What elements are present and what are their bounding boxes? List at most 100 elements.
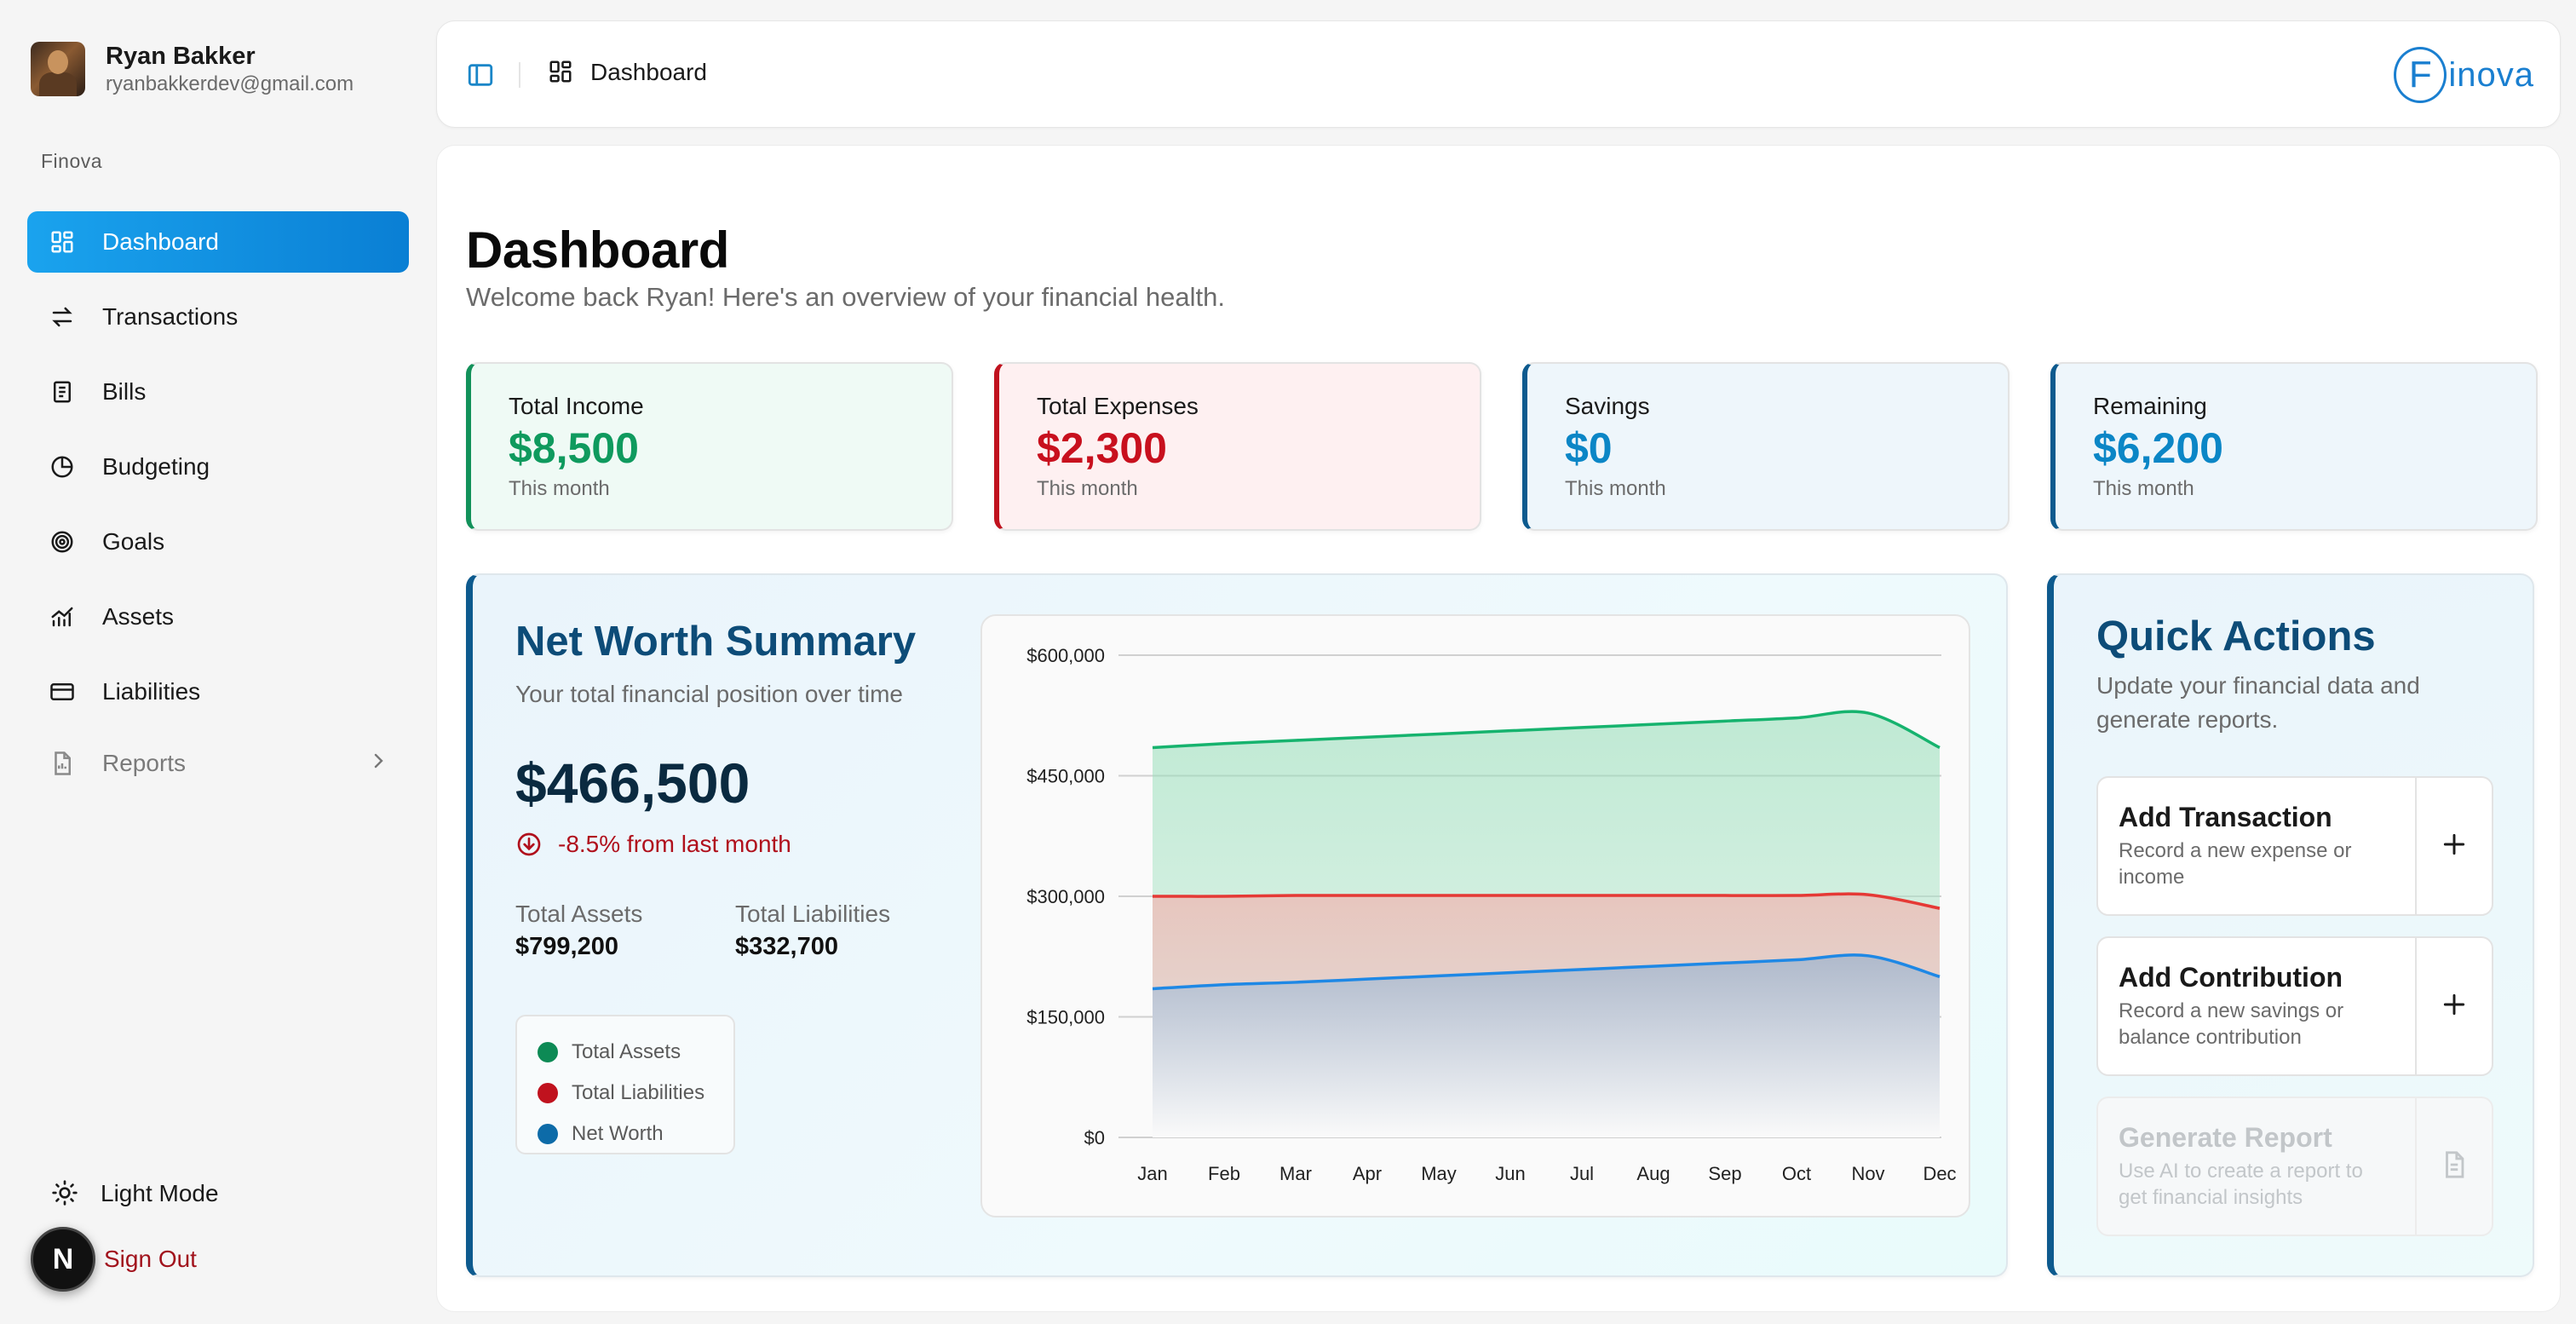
net-worth-subtitle: Your total financial position over time (515, 681, 903, 707)
pie-chart-icon (48, 452, 77, 481)
breadcrumb-label: Dashboard (590, 59, 707, 85)
y-tick-label: $150,000 (1026, 1007, 1105, 1028)
y-tick-label: $0 (1084, 1127, 1105, 1148)
stat-card-savings: Savings $0 This month (1522, 362, 2010, 531)
legend-dot (538, 1124, 558, 1144)
x-tick-label: Jan (1137, 1163, 1167, 1184)
sidebar-item-bills[interactable]: Bills (27, 361, 409, 423)
legend-label: Total Liabilities (572, 1081, 705, 1104)
sidebar: Ryan Bakker ryanbakkerdev@gmail.com Fino… (0, 0, 436, 1324)
dashboard-icon (48, 227, 77, 256)
sun-icon (51, 1179, 80, 1208)
x-tick-label: Jun (1495, 1163, 1525, 1184)
action-description: Use AI to create a report to get financi… (2119, 1160, 2363, 1209)
credit-card-icon (48, 677, 77, 706)
main-panel: Dashboard Welcome back Ryan! Here's an o… (436, 145, 2561, 1312)
breadcrumb: Dashboard (548, 59, 707, 86)
generate-report-button[interactable] (2415, 1098, 2492, 1235)
x-tick-label: Nov (1851, 1163, 1884, 1184)
stat-value: $0 (1565, 424, 1613, 472)
y-tick-label: $600,000 (1026, 645, 1105, 666)
sidebar-item-label: Reports (102, 750, 187, 776)
sidebar-item-label: Transactions (102, 303, 239, 330)
plus-icon (2441, 991, 2468, 1022)
light-mode-label: Light Mode (101, 1180, 219, 1206)
sidebar-item-budgeting[interactable]: Budgeting (27, 436, 409, 498)
y-tick-label: $450,000 (1026, 766, 1105, 787)
add-contribution-button[interactable] (2415, 938, 2492, 1074)
sidebar-item-liabilities[interactable]: Liabilities (27, 661, 409, 722)
add-transaction-button[interactable] (2415, 778, 2492, 914)
net-worth-value: $466,500 (515, 751, 750, 815)
generate-report-action[interactable]: Generate Report Use AI to create a repor… (2096, 1097, 2493, 1236)
report-file-icon (48, 749, 77, 778)
logo-text: inova (2448, 55, 2534, 94)
total-liabilities-value: $332,700 (735, 933, 838, 960)
stat-label: Remaining (2093, 393, 2207, 419)
logo-mark: F (2394, 47, 2447, 103)
add-transaction-action[interactable]: Add Transaction Record a new expense or … (2096, 776, 2493, 916)
sidebar-item-transactions[interactable]: Transactions (27, 286, 409, 348)
finova-logo: F inova (2394, 47, 2534, 103)
x-tick-label: Aug (1636, 1163, 1670, 1184)
arrow-down-circle-icon (515, 831, 543, 858)
legend-dot (538, 1083, 558, 1103)
y-tick-label: $300,000 (1026, 886, 1105, 907)
chart-legend: Total Assets Total Liabilities Net Worth (515, 1015, 735, 1154)
user-profile[interactable]: Ryan Bakker ryanbakkerdev@gmail.com (31, 41, 354, 97)
add-contribution-action[interactable]: Add Contribution Record a new savings or… (2096, 936, 2493, 1076)
stat-value: $2,300 (1037, 424, 1167, 472)
sidebar-item-dashboard[interactable]: Dashboard (27, 211, 409, 273)
dashboard-icon (548, 59, 575, 86)
net-worth-change-text: -8.5% from last month (558, 831, 791, 857)
stat-value: $8,500 (509, 424, 639, 472)
x-tick-label: Apr (1353, 1163, 1382, 1184)
document-icon (2440, 1150, 2469, 1183)
sidebar-item-label: Goals (102, 528, 165, 555)
arrows-exchange-icon (48, 302, 77, 331)
total-assets-value: $799,200 (515, 933, 618, 960)
sidebar-nav: Dashboard Transactions Bills Budgeting G… (27, 211, 409, 804)
x-tick-label: Jul (1570, 1163, 1594, 1184)
sidebar-item-goals[interactable]: Goals (27, 511, 409, 573)
action-title: Add Contribution (2119, 962, 2343, 993)
sidebar-item-label: Assets (102, 603, 175, 630)
sign-out-button[interactable]: Sign Out (104, 1246, 197, 1273)
stat-period: This month (2093, 477, 2194, 500)
header-divider (519, 62, 520, 88)
action-description: Record a new expense or income (2119, 839, 2352, 889)
net-worth-change: -8.5% from last month (515, 831, 791, 858)
x-tick-label: Feb (1208, 1163, 1240, 1184)
stat-value: $6,200 (2093, 424, 2223, 472)
top-header: Dashboard F inova (436, 20, 2561, 128)
stat-label: Total Expenses (1037, 393, 1199, 419)
total-assets-label: Total Assets (515, 901, 643, 927)
chevron-right-icon (368, 750, 388, 777)
sidebar-item-label: Liabilities (102, 678, 201, 705)
legend-label: Total Assets (572, 1040, 681, 1063)
page-title: Dashboard (466, 222, 729, 279)
action-title: Add Transaction (2119, 802, 2332, 832)
sidebar-toggle-icon[interactable] (466, 60, 497, 91)
legend-item: Net Worth (538, 1114, 733, 1154)
legend-item: Total Liabilities (538, 1073, 733, 1114)
stat-label: Savings (1565, 393, 1650, 419)
quick-actions-subtitle: Update your financial data and generate … (2096, 672, 2420, 733)
sidebar-item-assets[interactable]: Assets (27, 586, 409, 648)
receipt-icon (48, 377, 77, 406)
legend-label: Net Worth (572, 1122, 664, 1145)
sidebar-item-reports[interactable]: Reports (27, 736, 409, 791)
user-email: ryanbakkerdev@gmail.com (106, 72, 354, 95)
action-title: Generate Report (2119, 1122, 2332, 1153)
quick-actions-title: Quick Actions (2096, 613, 2376, 659)
n-badge-button[interactable]: N (31, 1227, 95, 1292)
net-worth-chart: $0 $150,000 $300,000 $450,000 $600,000 Jan Feb… (980, 614, 1970, 1218)
sidebar-item-label: Budgeting (102, 453, 210, 480)
quick-actions-card: Quick Actions Update your financial data… (2047, 573, 2534, 1277)
light-mode-toggle[interactable]: Light Mode (51, 1179, 219, 1208)
sidebar-section-label: Finova (41, 150, 103, 172)
bar-chart-icon (48, 602, 77, 631)
avatar (31, 42, 85, 96)
x-tick-label: Oct (1782, 1163, 1811, 1184)
stat-period: This month (1037, 477, 1138, 500)
